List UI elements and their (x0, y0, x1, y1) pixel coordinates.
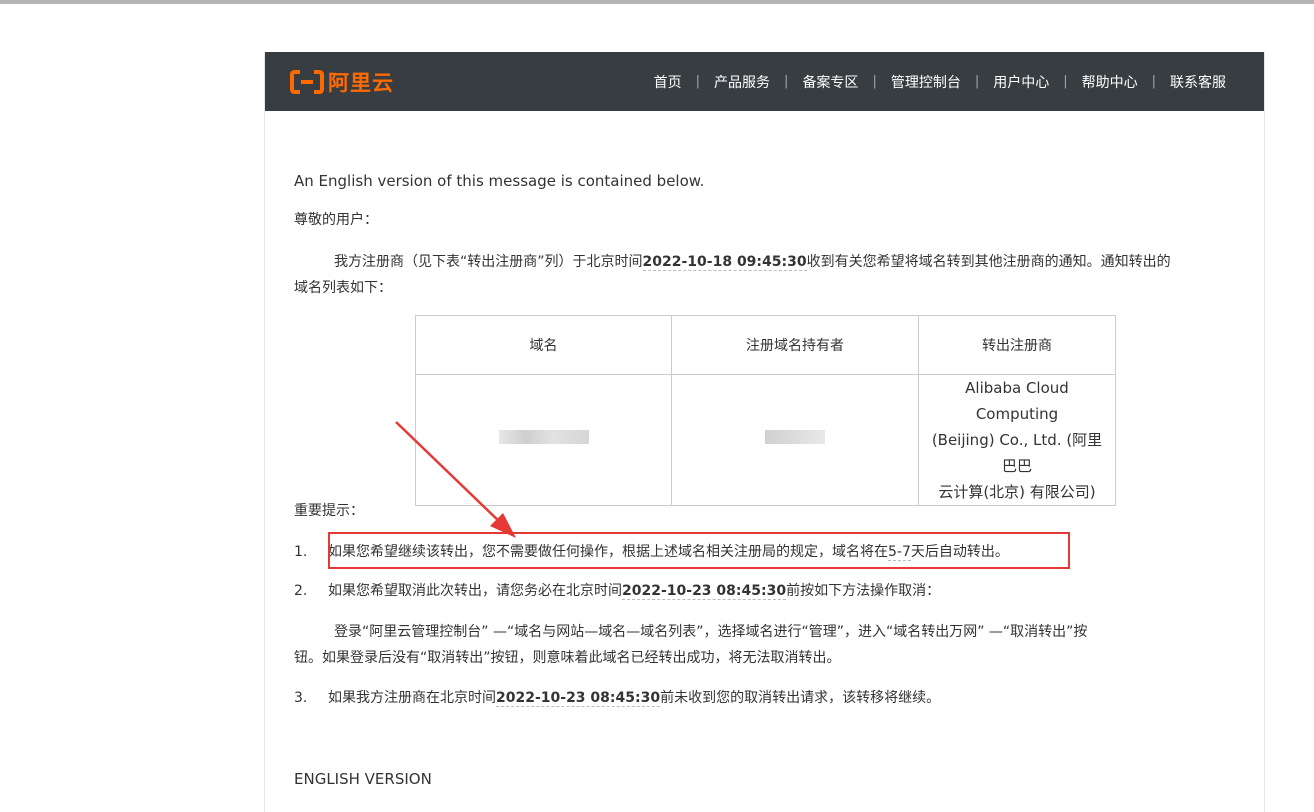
annotation-arrow-icon (395, 421, 516, 538)
